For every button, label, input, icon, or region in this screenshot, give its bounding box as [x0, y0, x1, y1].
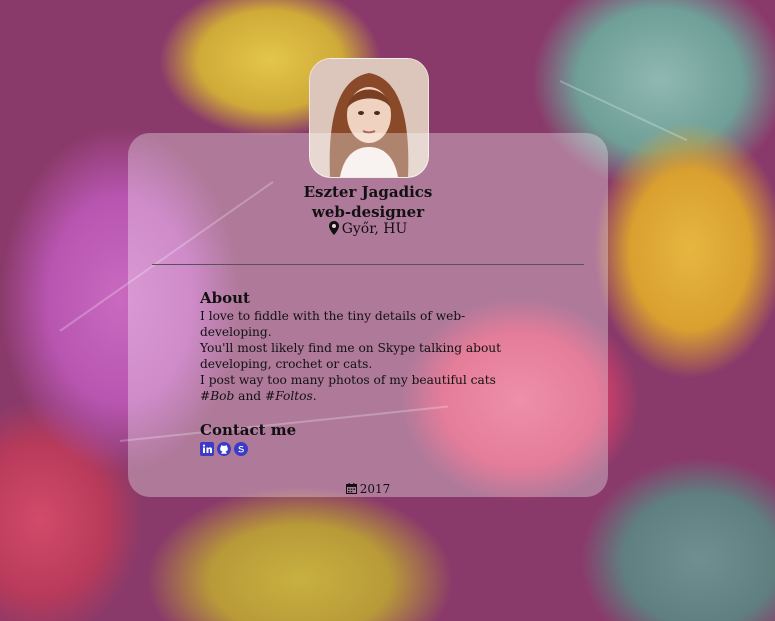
about-line: You'll most likely find me on Skype talk…	[200, 341, 502, 371]
cat-tag: #Bob	[200, 389, 235, 403]
github-icon[interactable]	[217, 441, 231, 456]
profile-location: Győr, HU	[128, 221, 608, 237]
year-text: 2017	[359, 482, 391, 496]
divider	[152, 264, 584, 265]
about-line-text: .	[312, 389, 317, 403]
cat-tag: #Foltos	[264, 389, 313, 403]
leaf-vein	[559, 80, 688, 142]
about-line: I post way too many photos of my beautif…	[200, 372, 530, 404]
about-line: I love to fiddle with the tiny details o…	[200, 309, 466, 339]
profile-role: web-designer	[311, 203, 425, 221]
about-line-text: I post way too many photos of my beautif…	[200, 373, 496, 387]
location-text: Győr, HU	[341, 221, 408, 237]
linkedin-icon[interactable]	[200, 441, 214, 456]
about-text: I love to fiddle with the tiny details o…	[200, 308, 530, 404]
footer-year: 2017	[128, 482, 608, 496]
contact-icons	[200, 441, 248, 456]
about-line-text: and	[234, 389, 265, 403]
map-pin-icon	[328, 221, 339, 235]
skype-icon[interactable]	[234, 441, 248, 456]
contact-heading: Contact me	[200, 421, 297, 439]
profile-name: Eszter Jagadics	[303, 183, 433, 201]
about-heading: About	[200, 289, 250, 307]
calendar-icon	[345, 483, 357, 494]
